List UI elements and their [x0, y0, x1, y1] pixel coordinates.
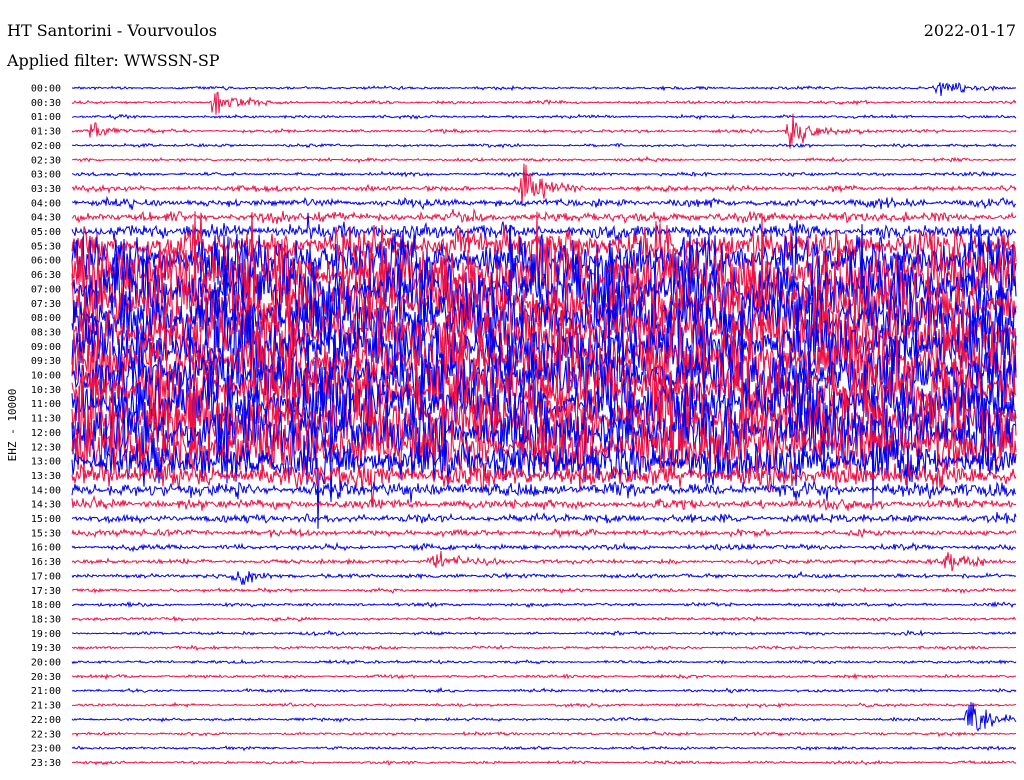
trace-row-0300 — [71, 170, 1017, 178]
trace-row-0330 — [71, 163, 1017, 206]
row-tick-label: 00:00 — [31, 84, 61, 95]
row-tick-label: 22:30 — [31, 729, 61, 740]
trace-row-1700 — [71, 570, 1017, 585]
chart-date: 2022-01-17 — [924, 21, 1016, 40]
trace-row-1600 — [71, 541, 1017, 553]
row-tick-label: 05:00 — [31, 227, 61, 238]
row-tick-label: 20:00 — [31, 658, 61, 669]
trace-row-0100 — [71, 113, 1017, 121]
row-tick-label: 17:30 — [31, 586, 61, 597]
row-tick-label: 03:00 — [31, 170, 61, 181]
trace-row-0400 — [71, 195, 1017, 211]
row-tick-label: 02:00 — [31, 141, 61, 152]
tick-label-group: 00:00 00:30 01:00 01:30 02:00 02:30 03:00 03:30… — [31, 84, 61, 769]
row-tick-label: 09:00 — [31, 342, 61, 353]
row-tick-label: 13:00 — [31, 457, 61, 468]
trace-row-2000 — [71, 658, 1017, 666]
row-tick-label: 13:30 — [31, 471, 61, 482]
trace-row-2300 — [71, 745, 1017, 752]
trace-row-1800 — [71, 600, 1017, 609]
row-tick-label: 06:00 — [31, 256, 61, 267]
row-tick-label: 12:30 — [31, 442, 61, 453]
trace-row-1730 — [71, 586, 1017, 595]
row-tick-label: 16:30 — [31, 557, 61, 568]
row-tick-label: 10:30 — [31, 385, 61, 396]
row-tick-label: 06:30 — [31, 270, 61, 281]
row-tick-label: 21:00 — [31, 686, 61, 697]
trace-row-2030 — [71, 672, 1017, 681]
y-axis-label: EHZ - 10000 — [6, 389, 19, 462]
row-tick-label: 19:00 — [31, 629, 61, 640]
row-tick-label: 23:00 — [31, 744, 61, 755]
row-tick-label: 08:30 — [31, 327, 61, 338]
trace-row-1400 — [71, 480, 1017, 503]
trace-row-2330 — [71, 759, 1017, 766]
row-tick-label: 03:30 — [31, 184, 61, 195]
trace-row-0200 — [71, 142, 1017, 149]
row-tick-label: 19:30 — [31, 643, 61, 654]
row-tick-label: 04:30 — [31, 213, 61, 224]
trace-group — [71, 81, 1017, 766]
row-tick-label: 18:00 — [31, 600, 61, 611]
row-tick-label: 10:00 — [31, 371, 61, 382]
row-tick-label: 00:30 — [31, 98, 61, 109]
trace-row-0430 — [71, 208, 1017, 225]
trace-row-0030 — [71, 91, 1017, 115]
row-tick-label: 11:00 — [31, 399, 61, 410]
trace-row-1900 — [71, 629, 1017, 637]
row-tick-label: 08:00 — [31, 313, 61, 324]
row-tick-label: 01:30 — [31, 127, 61, 138]
row-tick-label: 15:30 — [31, 528, 61, 539]
row-tick-label: 17:00 — [31, 571, 61, 582]
row-tick-label: 07:30 — [31, 299, 61, 310]
trace-row-1500 — [71, 511, 1017, 525]
row-tick-label: 21:30 — [31, 701, 61, 712]
helicorder-chart: HT Santorini - Vourvoulos 2022-01-17 App… — [6, 21, 1017, 769]
row-tick-label: 02:30 — [31, 155, 61, 166]
trace-row-2130 — [71, 701, 1017, 709]
row-tick-label: 18:30 — [31, 614, 61, 625]
row-tick-label: 20:30 — [31, 672, 61, 683]
trace-row-2230 — [71, 730, 1017, 738]
row-tick-label: 23:30 — [31, 758, 61, 769]
row-tick-label: 04:00 — [31, 198, 61, 209]
trace-row-1930 — [71, 644, 1017, 652]
trace-row-2100 — [71, 686, 1017, 694]
trace-row-1630 — [71, 550, 1017, 572]
row-tick-label: 09:30 — [31, 356, 61, 367]
row-tick-label: 07:00 — [31, 284, 61, 295]
trace-row-1530 — [71, 527, 1017, 539]
row-tick-label: 14:30 — [31, 500, 61, 511]
trace-row-0000 — [71, 81, 1017, 96]
row-tick-label: 12:00 — [31, 428, 61, 439]
row-tick-label: 11:30 — [31, 414, 61, 425]
row-tick-label: 01:00 — [31, 112, 61, 123]
row-tick-label: 16:00 — [31, 543, 61, 554]
row-tick-label: 15:00 — [31, 514, 61, 525]
trace-row-1830 — [71, 615, 1017, 623]
trace-row-0130 — [71, 113, 1017, 149]
station-title: HT Santorini - Vourvoulos — [7, 21, 217, 40]
row-tick-label: 22:00 — [31, 715, 61, 726]
trace-row-0230 — [71, 155, 1017, 164]
trace-row-1430 — [71, 494, 1017, 512]
trace-row-2200 — [71, 702, 1017, 732]
filter-label: Applied filter: WWSSN-SP — [6, 51, 220, 70]
row-tick-label: 14:00 — [31, 485, 61, 496]
row-tick-label: 05:30 — [31, 241, 61, 252]
